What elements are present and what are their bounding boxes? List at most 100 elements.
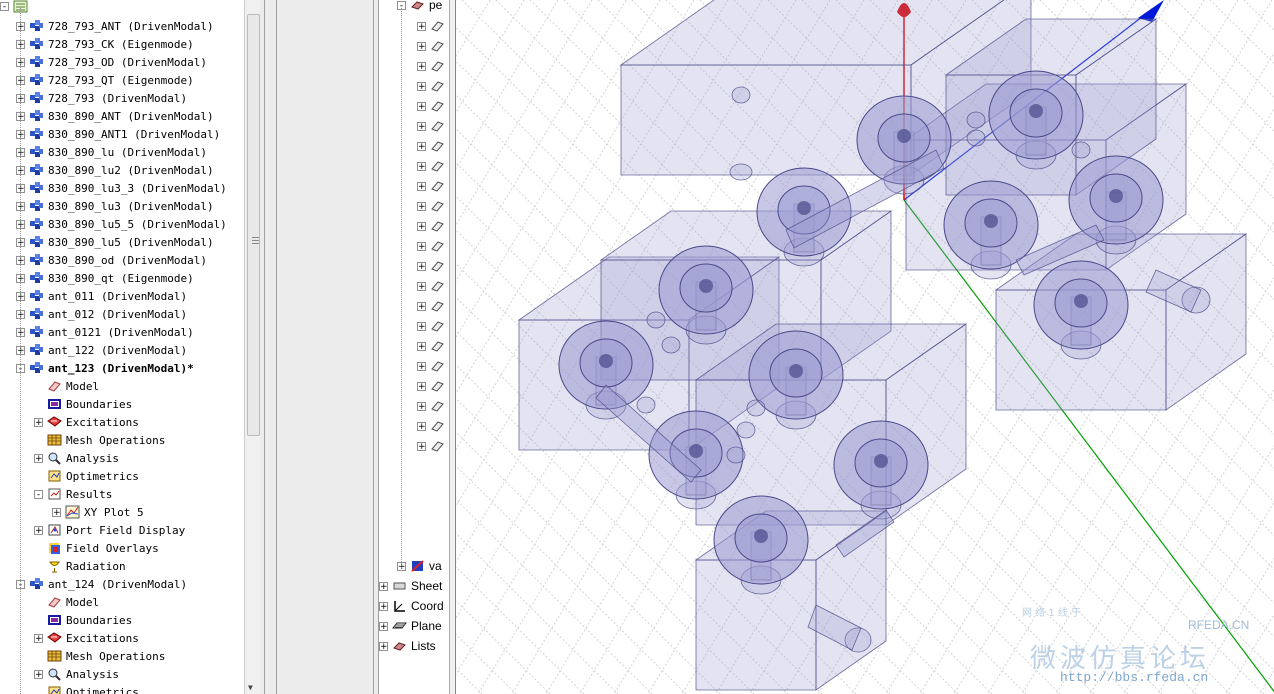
expand-toggle[interactable]: + (417, 41, 426, 51)
expand-toggle[interactable]: + (379, 641, 388, 651)
expand-toggle[interactable]: + (34, 453, 43, 463)
design-tree-item[interactable]: +830_890_ANT1 (DrivenModal) (16, 125, 220, 143)
design-subtree-item[interactable]: Field Overlays (34, 539, 159, 557)
design-tree-item[interactable]: + ant_011 (DrivenModal) (16, 287, 187, 305)
model-object-item[interactable]: + (417, 197, 449, 215)
model-object-item[interactable]: + (417, 137, 449, 155)
scrollbar-thumb[interactable] (247, 14, 260, 436)
design-tree-item[interactable]: + ant_012 (DrivenModal) (16, 305, 187, 323)
model-object-item[interactable]: + (417, 157, 449, 175)
expand-toggle[interactable]: + (379, 601, 388, 611)
collapse-toggle[interactable]: - (0, 1, 9, 11)
expand-toggle[interactable]: + (417, 321, 426, 331)
design-tree-item[interactable]: +728_793_QT (Eigenmode) (16, 71, 194, 89)
expand-toggle[interactable]: + (417, 181, 426, 191)
model-object-item[interactable]: + (417, 357, 449, 375)
design-subtree-item[interactable]: Boundaries (34, 611, 132, 629)
design-tree-item[interactable]: + ant_122 (DrivenModal) (16, 341, 187, 359)
expand-toggle[interactable]: + (417, 361, 426, 371)
scroll-down-arrow[interactable]: ▼ (248, 683, 253, 692)
design-subtree-item[interactable]: Model (34, 593, 99, 611)
expand-toggle[interactable]: + (417, 421, 426, 431)
expand-toggle[interactable]: + (417, 381, 426, 391)
model-tree-category[interactable]: + Sheet (379, 577, 442, 595)
model-object-item[interactable]: + (417, 437, 449, 455)
design-tree-item[interactable]: +830_890_lu3 (DrivenModal) (16, 197, 214, 215)
expand-toggle[interactable]: + (34, 525, 43, 535)
design-tree-item[interactable]: +830_890_lu (DrivenModal) (16, 143, 207, 161)
model-object-item[interactable]: + (417, 97, 449, 115)
expand-toggle[interactable]: + (34, 417, 43, 427)
expand-toggle[interactable]: + (417, 161, 426, 171)
model-object-item[interactable]: + (417, 57, 449, 75)
design-tree-item[interactable]: - ant_124 (DrivenModal) (16, 575, 187, 593)
expand-toggle[interactable]: + (417, 121, 426, 131)
model-object-item[interactable]: + (417, 397, 449, 415)
expand-toggle[interactable]: + (417, 281, 426, 291)
design-tree-item[interactable]: + ant_0121 (DrivenModal) (16, 323, 194, 341)
design-tree-item[interactable]: +830_890_lu3_3 (DrivenModal) (16, 179, 227, 197)
model-tree-category[interactable]: + Lists (379, 637, 436, 655)
design-subtree-item[interactable]: + XY Plot 5 (52, 503, 144, 521)
expand-toggle[interactable]: + (34, 669, 43, 679)
3d-model-view[interactable] (456, 0, 1274, 694)
expand-toggle[interactable]: + (417, 441, 426, 451)
design-tree-item[interactable]: +830_890_lu2 (DrivenModal) (16, 161, 214, 179)
design-tree-item[interactable]: +830_890_qt (Eigenmode) (16, 269, 194, 287)
expand-toggle[interactable]: + (417, 61, 426, 71)
design-tree-item[interactable]: +728_793_ANT (DrivenModal) (16, 17, 214, 35)
expand-toggle[interactable]: + (417, 21, 426, 31)
expand-toggle[interactable]: + (417, 401, 426, 411)
model-object-item[interactable]: + (417, 317, 449, 335)
expand-toggle[interactable]: + (417, 221, 426, 231)
design-subtree-item[interactable]: Optimetrics (34, 683, 139, 694)
expand-toggle[interactable]: + (417, 141, 426, 151)
model-object-item[interactable]: + (417, 37, 449, 55)
design-subtree-item[interactable]: Mesh Operations (34, 647, 165, 665)
model-object-item[interactable]: + (417, 17, 449, 35)
design-tree-item[interactable]: +830_890_od (DrivenModal) (16, 251, 207, 269)
model-tree-category[interactable]: + Plane (379, 617, 442, 635)
design-tree-item[interactable]: +728_793_CK (Eigenmode) (16, 35, 194, 53)
model-tree-category[interactable]: + va (397, 557, 442, 575)
collapse-toggle[interactable]: - (34, 489, 43, 499)
expand-toggle[interactable]: + (52, 507, 61, 517)
project-root[interactable]: - (0, 0, 32, 15)
design-subtree-item[interactable]: Radiation (34, 557, 126, 575)
design-tree-item[interactable]: +830_890_lu5 (DrivenModal) (16, 233, 214, 251)
design-subtree-item[interactable]: + Analysis (34, 665, 119, 683)
model-object-item[interactable]: + (417, 297, 449, 315)
expand-toggle[interactable]: + (417, 341, 426, 351)
model-object-item[interactable]: + (417, 217, 449, 235)
design-tree-item[interactable]: +728_793 (DrivenModal) (16, 89, 187, 107)
expand-toggle[interactable]: + (417, 261, 426, 271)
model-tree-group[interactable]: - pe (397, 0, 442, 14)
model-object-item[interactable]: + (417, 237, 449, 255)
design-tree-item[interactable]: +830_890_lu5_5 (DrivenModal) (16, 215, 227, 233)
design-subtree-item[interactable]: + Excitations (34, 413, 139, 431)
model-object-item[interactable]: + (417, 277, 449, 295)
expand-toggle[interactable]: + (379, 621, 388, 631)
design-tree-item[interactable]: +728_793_OD (DrivenModal) (16, 53, 207, 71)
model-object-item[interactable]: + (417, 377, 449, 395)
expand-toggle[interactable]: + (417, 301, 426, 311)
design-subtree-item[interactable]: + Port Field Display (34, 521, 185, 539)
design-subtree-item[interactable]: Mesh Operations (34, 431, 165, 449)
expand-toggle[interactable]: + (417, 241, 426, 251)
design-subtree-item[interactable]: - Results (34, 485, 112, 503)
project-tree-scrollbar[interactable]: ▼ (244, 0, 260, 694)
expand-toggle[interactable]: + (417, 101, 426, 111)
expand-toggle[interactable]: + (34, 633, 43, 643)
design-subtree-item[interactable]: Model (34, 377, 99, 395)
pane-splitter[interactable] (260, 0, 378, 694)
design-subtree-item[interactable]: + Analysis (34, 449, 119, 467)
expand-toggle[interactable]: + (379, 581, 388, 591)
expand-toggle[interactable]: + (417, 81, 426, 91)
model-object-item[interactable]: + (417, 177, 449, 195)
model-object-item[interactable]: + (417, 117, 449, 135)
model-object-item[interactable]: + (417, 77, 449, 95)
design-tree-item[interactable]: +830_890_ANT (DrivenModal) (16, 107, 214, 125)
design-subtree-item[interactable]: Optimetrics (34, 467, 139, 485)
3d-modeler-canvas[interactable] (455, 0, 1274, 694)
model-object-item[interactable]: + (417, 257, 449, 275)
